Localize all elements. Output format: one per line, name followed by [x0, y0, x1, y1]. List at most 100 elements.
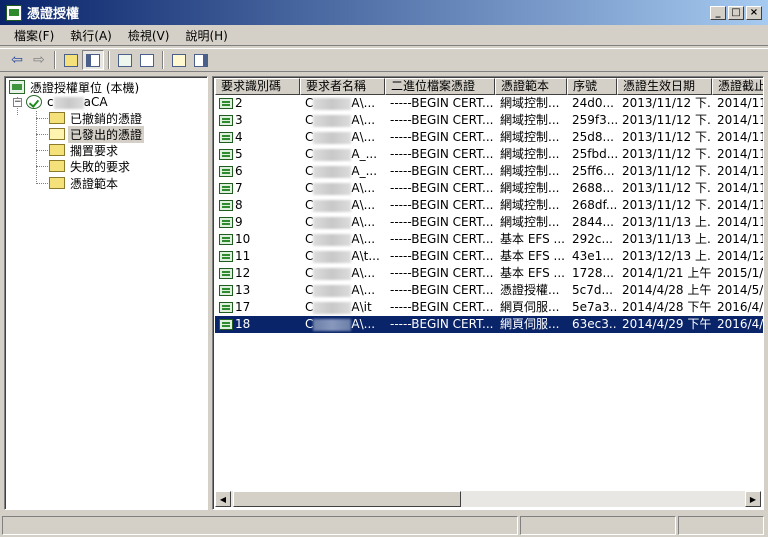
certificate-icon: [219, 251, 233, 262]
cell-requester-name: C A\...: [305, 232, 376, 246]
list-header: 要求識別碼 要求者名稱 二進位檔案憑證 憑證範本 序號 憑證生效日期 憑證截止日…: [215, 78, 763, 95]
help-button[interactable]: [168, 50, 190, 70]
table-row[interactable]: 13 C A\... -----BEGIN CERT... 憑證授權... 5c7d...…: [215, 282, 763, 299]
certificate-icon: [219, 166, 233, 177]
cell-template: 網域控制...: [500, 113, 560, 127]
menu-help[interactable]: 說明(H): [177, 27, 235, 44]
column-header-request-id[interactable]: 要求識別碼: [215, 78, 300, 95]
refresh-button[interactable]: [114, 50, 136, 70]
table-row[interactable]: 12 C A\... -----BEGIN CERT... 基本 EFS ... 1728…: [215, 265, 763, 282]
cell-serial-number: 63ec3...: [572, 317, 617, 331]
cell-effective-date: 2014/1/21 上午...: [622, 266, 712, 280]
cell-effective-date: 2013/11/12 下...: [622, 96, 712, 110]
scroll-right-button[interactable]: ▶: [745, 491, 761, 507]
table-row[interactable]: 2 C A\... -----BEGIN CERT... 網域控制... 24d0... 2…: [215, 95, 763, 112]
cell-requester-name: C A_...: [305, 147, 378, 161]
column-header-serial[interactable]: 序號: [567, 78, 617, 95]
tree-item-issued[interactable]: 已發出的憑證: [49, 125, 145, 143]
close-button[interactable]: ×: [746, 5, 762, 20]
cell-binary-certificate: -----BEGIN CERT...: [390, 249, 494, 263]
menu-action[interactable]: 執行(A): [62, 27, 120, 44]
cell-request-id: 18: [215, 316, 300, 333]
cell-requester-name: C A\...: [305, 266, 376, 280]
minimize-button[interactable]: _: [710, 5, 726, 20]
horizontal-scrollbar[interactable]: ◀ ▶: [215, 491, 761, 507]
table-row[interactable]: 11 C A\t... -----BEGIN CERT... 基本 EFS ... 43e…: [215, 248, 763, 265]
cell-template: 網域控制...: [500, 147, 560, 161]
tree-root-node[interactable]: 憑證授權單位 (本機): [9, 79, 141, 95]
tree-item-failed[interactable]: 失敗的要求: [49, 158, 132, 174]
certificate-list: 要求識別碼 要求者名稱 二進位檔案憑證 憑證範本 序號 憑證生效日期 憑證截止日…: [212, 76, 764, 510]
tree-item-pending[interactable]: 擱置要求: [49, 142, 120, 158]
toolbar-separator: [162, 51, 164, 69]
forward-arrow-icon: ⇨: [33, 52, 45, 68]
column-header-template[interactable]: 憑證範本: [495, 78, 567, 95]
folder-icon: [49, 112, 65, 124]
cell-effective-date: 2013/11/12 下...: [622, 147, 712, 161]
cell-requester-name: C A\...: [305, 181, 376, 195]
column-header-requester[interactable]: 要求者名稱: [300, 78, 385, 95]
tree-ca-node[interactable]: − c aCA: [13, 94, 110, 110]
scroll-left-button[interactable]: ◀: [215, 491, 231, 507]
cell-serial-number: 25d8...: [572, 130, 614, 144]
toolbar-separator: [54, 51, 56, 69]
back-arrow-icon: ⇦: [11, 52, 23, 68]
column-header-binary-cert[interactable]: 二進位檔案憑證: [385, 78, 495, 95]
redacted-text: [313, 250, 352, 263]
cell-binary-certificate: -----BEGIN CERT...: [390, 232, 494, 246]
list-rows: 2 C A\... -----BEGIN CERT... 網域控制... 24d0... 2…: [215, 95, 763, 333]
cell-requester-name: C A_...: [305, 164, 378, 178]
table-row[interactable]: 4 C A\... -----BEGIN CERT... 網域控制... 25d8... 2…: [215, 129, 763, 146]
table-row[interactable]: 17 C A\it -----BEGIN CERT... 網頁伺服... 5e7a3...…: [215, 299, 763, 316]
certificate-icon: [219, 183, 233, 194]
tree-item-label: 已撤銷的憑證: [70, 111, 143, 126]
collapse-toggle[interactable]: −: [13, 97, 22, 107]
cell-requester-name: C A\...: [305, 317, 376, 331]
scroll-thumb[interactable]: [233, 491, 461, 507]
redacted-text: [313, 199, 352, 212]
certificate-icon: [219, 268, 233, 279]
tree-item-revoked[interactable]: 已撤銷的憑證: [49, 110, 144, 126]
tree-item-templates[interactable]: 憑證範本: [49, 175, 120, 191]
redacted-text: [313, 301, 352, 314]
folder-icon: [49, 177, 65, 189]
cell-template: 網域控制...: [500, 96, 560, 110]
column-header-expiration-date[interactable]: 憑證截止日期: [712, 78, 763, 95]
cell-requester-name: C A\...: [305, 198, 376, 212]
certificate-icon: [219, 149, 233, 160]
table-row[interactable]: 7 C A\... -----BEGIN CERT... 網域控制... 2688... 2…: [215, 180, 763, 197]
tree-connector: [36, 111, 37, 184]
tree-item-label: 已發出的憑證: [68, 125, 145, 143]
menu-view[interactable]: 檢視(V): [120, 27, 178, 44]
redacted-text: [313, 131, 352, 144]
redacted-text: [313, 233, 352, 246]
table-row[interactable]: 18 C A\... -----BEGIN CERT... 網頁伺服... 63ec3..…: [215, 316, 763, 333]
cell-request-id: 2: [215, 95, 300, 112]
table-row[interactable]: 6 C A_... -----BEGIN CERT... 網域控制... 25ff6...…: [215, 163, 763, 180]
tree-connector: [36, 134, 48, 135]
tree-item-label: 擱置要求: [70, 143, 119, 158]
cell-serial-number: 25ff6...: [572, 164, 615, 178]
cell-serial-number: 5c7d...: [572, 283, 613, 297]
show-hide-console-tree-button[interactable]: [82, 50, 104, 70]
redacted-text: [313, 97, 352, 110]
cell-effective-date: 2013/11/13 上...: [622, 232, 712, 246]
up-one-level-button[interactable]: [60, 50, 82, 70]
cell-expiration-date: 2014/11/1...: [717, 215, 763, 229]
menu-file[interactable]: 檔案(F): [6, 27, 62, 44]
table-row[interactable]: 8 C A\... -----BEGIN CERT... 網域控制... 268df...…: [215, 197, 763, 214]
cell-requester-name: C A\...: [305, 130, 376, 144]
export-list-icon: [140, 53, 154, 67]
table-row[interactable]: 10 C A\... -----BEGIN CERT... 基本 EFS ... 292c…: [215, 231, 763, 248]
table-row[interactable]: 5 C A_... -----BEGIN CERT... 網域控制... 25fbd...…: [215, 146, 763, 163]
export-list-button[interactable]: [136, 50, 158, 70]
tree-root-label: 憑證授權單位 (本機): [30, 80, 140, 95]
column-header-effective-date[interactable]: 憑證生效日期: [617, 78, 712, 95]
properties-button[interactable]: [190, 50, 212, 70]
table-row[interactable]: 9 C A\... -----BEGIN CERT... 網域控制... 2844... 2…: [215, 214, 763, 231]
forward-button[interactable]: ⇨: [28, 50, 50, 70]
maximize-button[interactable]: □: [728, 5, 744, 20]
cell-template: 網域控制...: [500, 130, 560, 144]
table-row[interactable]: 3 C A\... -----BEGIN CERT... 網域控制... 259f3...…: [215, 112, 763, 129]
back-button[interactable]: ⇦: [6, 50, 28, 70]
